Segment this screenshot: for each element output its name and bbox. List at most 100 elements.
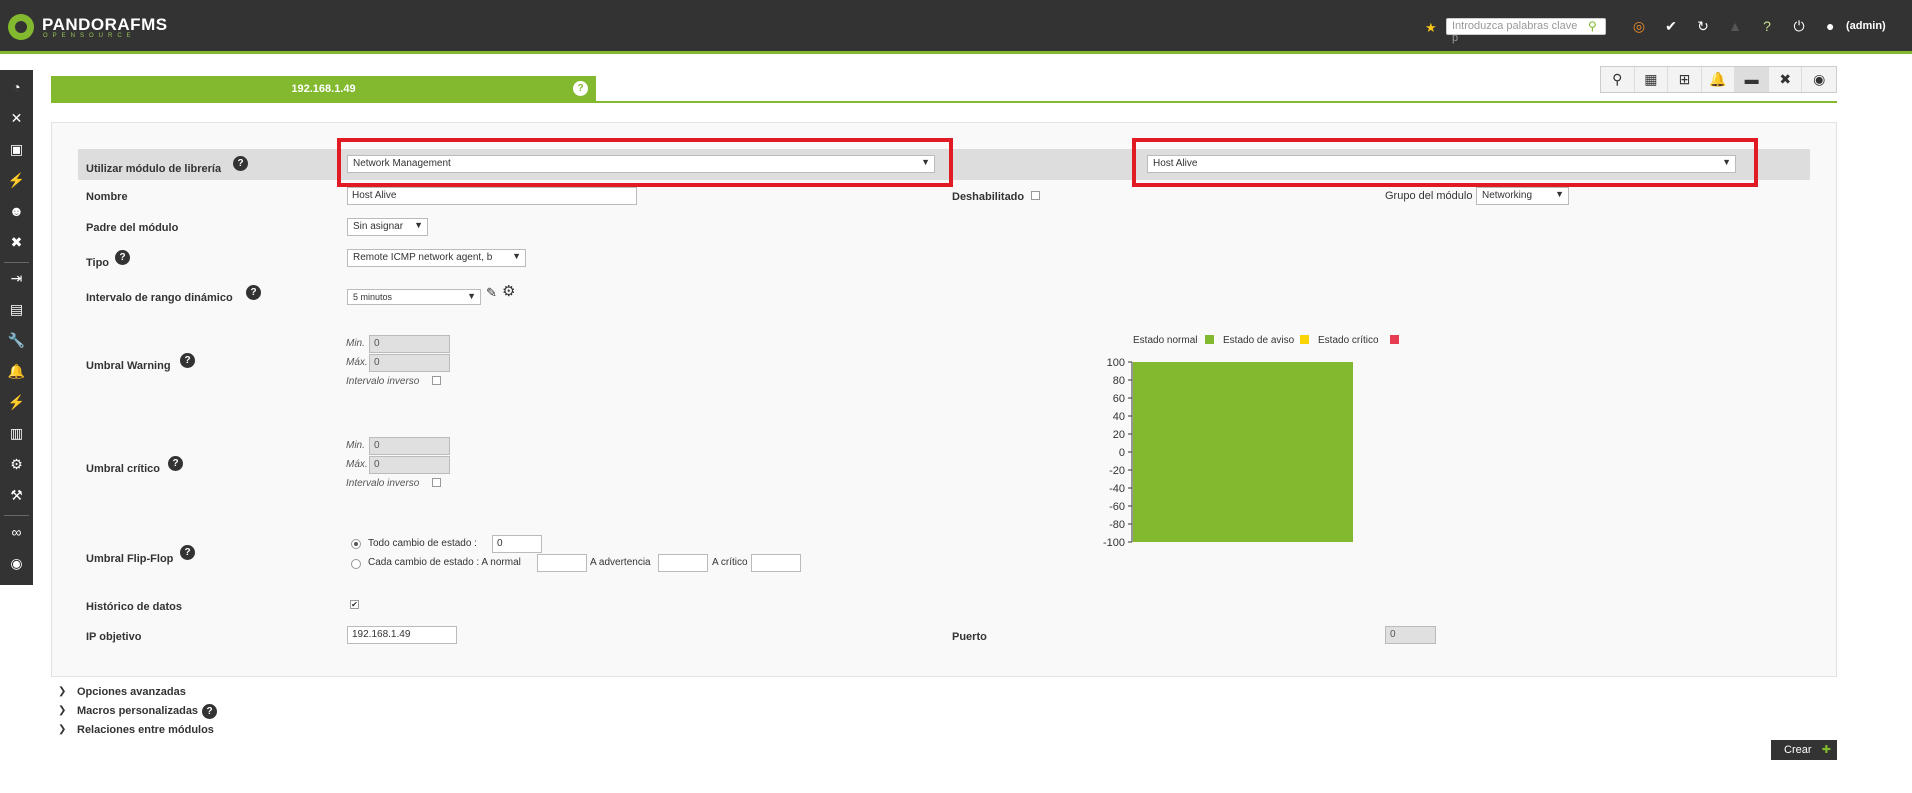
flip-critical-input[interactable] [751,554,801,572]
history-label: Histórico de datos [86,601,182,613]
view-eye-icon[interactable]: ◉ [1802,67,1836,92]
legend-warning-swatch [1300,335,1309,344]
reporting-icon[interactable]: ▣ [0,136,33,162]
configuration-icon[interactable]: 🔧 [0,327,33,353]
legend-normal-label: Estado normal [1133,335,1198,346]
help-icon[interactable]: ? [1758,17,1776,35]
y-tick-label: -100 [1103,537,1125,549]
critical-max-label: Máx. [346,459,368,470]
brand-subtitle: OPENSOURCE [43,33,136,39]
chevron-right-icon: ❯ [58,724,67,735]
ip-input[interactable]: 192.168.1.49 [347,626,457,644]
warning-help-icon[interactable]: ? [180,353,195,368]
brand-name: PANDORAFMS [42,15,168,34]
port-label: Puerto [952,631,987,643]
flip-normal-input[interactable] [537,554,587,572]
flipflop-help-icon[interactable]: ? [180,545,195,560]
resources-icon[interactable]: ⇥ [0,265,33,291]
name-input[interactable]: Host Alive [347,187,637,205]
manage-events-icon[interactable]: ⚡ [0,389,33,415]
tools-icon[interactable]: ✖ [0,229,33,255]
update-manager-icon[interactable]: ◉ [0,550,33,576]
custom-macros-toggle[interactable]: Macros personalizadas [77,705,198,717]
warning-min-input[interactable]: 0 [369,335,450,353]
flipflop-label: Umbral Flip-Flop [86,553,174,565]
pandora-logo-icon[interactable] [8,14,34,40]
legend-critical-label: Estado crítico [1318,335,1379,346]
legend-warning-label: Estado de aviso [1223,335,1295,346]
settings-gear-icon[interactable]: ⚙ [502,282,515,300]
module-group-value: Networking [1482,190,1533,201]
warning-min-label: Min. [346,338,365,349]
logout-power-icon[interactable]: ⏻ [1790,17,1808,35]
parent-label: Padre del módulo [86,222,179,234]
support-lifebuoy-icon[interactable]: ◎ [1630,17,1648,35]
module-relations-toggle[interactable]: Relaciones entre módulos [77,724,214,736]
critical-min-input[interactable]: 0 [369,437,450,455]
legend-critical-swatch [1390,335,1399,344]
setup-tools-icon[interactable]: ✖ [1769,67,1803,92]
tab-help-icon[interactable]: ? [573,81,588,96]
history-checkbox[interactable]: ✔ [350,600,359,609]
flip-all-changes-radio[interactable] [351,539,361,549]
advanced-options-toggle[interactable]: Opciones avanzadas [77,686,186,698]
favorite-star-icon[interactable]: ★ [1425,20,1437,36]
links-icon[interactable]: ∞ [0,519,33,545]
agent-tab[interactable]: 192.168.1.49 [51,76,596,102]
library-help-icon[interactable]: ? [233,156,248,171]
flip-each-change-radio[interactable] [351,559,361,569]
user-icon[interactable]: ● [1826,18,1834,34]
flip-warning-input[interactable] [658,554,708,572]
library-category-select[interactable]: Network Management ▼ [347,155,935,173]
add-alert-icon[interactable]: 🔔 [1702,67,1736,92]
system-ok-icon[interactable]: ✔ [1662,17,1680,35]
critical-help-icon[interactable]: ? [168,456,183,471]
critical-inverse-label: Intervalo inverso [346,478,420,489]
library-module-select[interactable]: Host Alive ▼ [1147,155,1736,173]
setup-gear-icon[interactable]: ⚙ [0,451,33,477]
chevron-down-icon: ▼ [1555,189,1564,199]
normal-state-area [1133,362,1353,542]
port-input[interactable]: 0 [1385,626,1436,644]
user-name[interactable]: (admin) [1846,20,1886,32]
chevron-down-icon: ▼ [512,251,521,261]
macros-help-icon[interactable]: ? [202,704,217,719]
disabled-checkbox[interactable] [1031,191,1040,200]
refresh-icon[interactable]: ↻ [1694,17,1712,35]
modules-icon[interactable]: ▬ [1735,67,1769,92]
flip-all-changes-input[interactable]: 0 [492,535,542,553]
critical-max-input[interactable]: 0 [369,456,450,474]
search-input[interactable]: Introduzca palabras clave p [1446,18,1606,44]
interval-help-icon[interactable]: ? [246,285,261,300]
critical-threshold-label: Umbral crítico [86,463,160,475]
interval-select[interactable]: 5 minutos ▼ [347,289,481,305]
workspace-icon[interactable]: ☻ [0,198,33,224]
create-button[interactable]: Crear ✚ [1771,740,1837,760]
warning-max-input[interactable]: 0 [369,354,450,372]
create-button-label: Crear [1784,744,1812,756]
network-map-icon[interactable]: ▦ [1635,67,1669,92]
alerts-icon[interactable]: 🔔 [0,358,33,384]
type-select[interactable]: Remote ICMP network agent, b ▼ [347,249,526,267]
warning-inverse-checkbox[interactable] [432,376,441,385]
parent-value: Sin asignar [353,221,404,232]
module-templates-icon[interactable]: ⊞ [1668,67,1702,92]
flip-warning-label: A advertencia [590,557,651,568]
critical-inverse-checkbox[interactable] [432,478,441,487]
parent-select[interactable]: Sin asignar ▼ [347,218,428,236]
edit-pencil-icon[interactable]: ✎ [486,285,497,301]
warning-icon[interactable]: ▲ [1726,17,1744,35]
admin-tools-icon[interactable]: ⚒ [0,482,33,508]
topology-icon[interactable]: ✕ [0,105,33,131]
y-tick-label: -80 [1109,519,1125,531]
type-help-icon[interactable]: ? [115,250,130,265]
name-label: Nombre [86,191,128,203]
profiles-icon[interactable]: ▤ [0,296,33,322]
manage-modules-wrench-icon[interactable]: ⚲ [1601,67,1635,92]
module-group-select[interactable]: Networking ▼ [1476,187,1569,205]
monitoring-icon[interactable]: ◔ [0,74,33,100]
search-icon[interactable]: ⚲ [1588,19,1597,33]
events-icon[interactable]: ⚡ [0,167,33,193]
servers-icon[interactable]: ▥ [0,420,33,446]
y-tick-label: 80 [1113,375,1125,387]
